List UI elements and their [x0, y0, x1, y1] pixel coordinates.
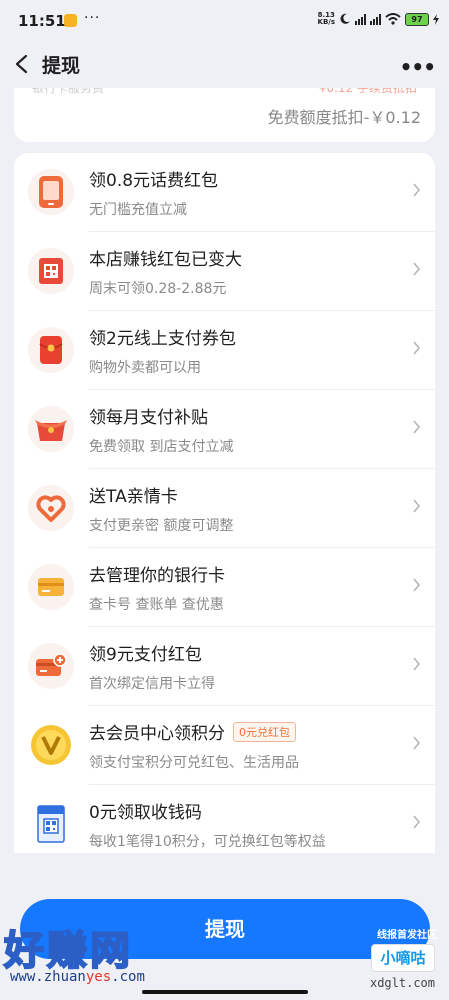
back-arrow-icon[interactable] [14, 54, 30, 74]
list-item-title: 送TA亲情卡 [89, 487, 178, 507]
list-item-coupon-pack[interactable]: 领2元线上支付券包 购物外卖都可以用 [14, 311, 435, 390]
list-item-phone-credit[interactable]: 领0.8元话费红包 无门槛充值立减 [14, 153, 435, 232]
chevron-right-icon [413, 183, 421, 197]
navigation-bar: 提现 ••• [0, 42, 449, 88]
service-list: 领0.8元话费红包 无门槛充值立减 本店赚钱红包已变大 周末可领0.28-2.8… [14, 153, 435, 853]
list-item-credit-card-redpacket[interactable]: 领9元支付红包 首次绑定信用卡立得 [14, 627, 435, 706]
signal-icon-1 [355, 13, 366, 25]
list-item-title: 领0.8元话费红包 [89, 171, 219, 191]
chevron-right-icon [413, 815, 421, 829]
list-item-subtitle: 每收1笔得10积分，可兑换红包等权益 [89, 834, 326, 850]
list-item-title: 0元领取收钱码 [89, 803, 202, 823]
moon-icon [340, 13, 350, 24]
phone-icon [28, 169, 74, 215]
fee-row-cutoff-right: ¥0.12 手续费抵扣 [318, 88, 417, 95]
list-item-subtitle: 免费领取 到店支付立减 [89, 439, 234, 455]
vip-v-icon [28, 722, 74, 768]
bank-card-icon [28, 564, 74, 610]
wifi-icon [385, 13, 401, 25]
watermark-url-part-3: .com [111, 969, 145, 985]
chevron-right-icon [413, 420, 421, 434]
list-item-subtitle: 周末可领0.28-2.88元 [89, 281, 227, 297]
qr-redpacket-icon [28, 248, 74, 294]
chevron-right-icon [413, 657, 421, 671]
page-title: 提现 [42, 55, 81, 77]
list-bottom-fade [0, 853, 449, 893]
list-item-title: 领每月支付补贴 [89, 408, 208, 428]
credit-card-plus-icon [28, 643, 74, 689]
list-item-subtitle: 购物外卖都可以用 [89, 360, 201, 376]
list-item-bank-cards[interactable]: 去管理你的银行卡 查卡号 查账单 查优惠 [14, 548, 435, 627]
list-item-title-text: 去会员中心领积分 [89, 724, 225, 744]
status-time: 11:51 [18, 12, 66, 30]
chevron-right-icon [413, 499, 421, 513]
watermark-url-part-1: www.zhuan [10, 969, 86, 985]
list-item-monthly-subsidy[interactable]: 领每月支付补贴 免费领取 到店支付立减 [14, 390, 435, 469]
network-speed: 8.13 KB/s [318, 12, 335, 26]
free-quota-deduction: 免费额度抵扣-￥0.12 [267, 108, 421, 127]
network-speed-unit: KB/s [317, 18, 335, 26]
watermark-left-url: www.zhuanyes.com [10, 969, 145, 985]
list-item-title: 本店赚钱红包已变大 [89, 250, 242, 270]
signal-icon-2 [370, 13, 381, 25]
promo-tag: 0元兑红包 [233, 722, 296, 742]
list-item-member-points[interactable]: 去会员中心领积分 0元兑红包 领支付宝积分可兑红包、生活用品 [14, 706, 435, 785]
list-item-store-redpacket[interactable]: 本店赚钱红包已变大 周末可领0.28-2.88元 [14, 232, 435, 311]
watermark-url-part-2: yes [85, 969, 112, 985]
watermark-right-url: xdglt.com [369, 976, 435, 990]
fee-row-cutoff: 银行卡服务费 ¥0.12 手续费抵扣 [32, 88, 417, 95]
status-bar: 11:51 ··· 8.13 KB/s 97 [0, 0, 449, 40]
list-item-subtitle: 首次绑定信用卡立得 [89, 676, 215, 692]
list-item-subtitle: 无门槛充值立减 [89, 202, 187, 218]
list-item-subtitle: 领支付宝积分可兑红包、生活用品 [89, 755, 299, 771]
fee-summary-card: 银行卡服务费 ¥0.12 手续费抵扣 免费额度抵扣-￥0.12 [14, 88, 435, 142]
watermark-right-slogan: 线报首发社区 [377, 930, 437, 941]
list-item-collect-code[interactable]: 0元领取收钱码 每收1笔得10积分，可兑换红包等权益 [14, 785, 435, 853]
list-item-title: 去管理你的银行卡 [89, 566, 225, 586]
chevron-right-icon [413, 736, 421, 750]
fee-row-cutoff-left: 银行卡服务费 [32, 88, 105, 95]
home-indicator[interactable] [142, 990, 308, 994]
watermark-right-logo: 小嘀咕 [371, 944, 435, 972]
more-notifications-indicator: ··· [84, 10, 101, 26]
battery-icon: 97 [405, 12, 429, 26]
chevron-right-icon [413, 578, 421, 592]
list-item-title: 去会员中心领积分 0元兑红包 [89, 719, 296, 744]
notification-app-icon [64, 14, 77, 27]
chevron-right-icon [413, 341, 421, 355]
collect-qr-icon [28, 801, 74, 847]
more-options-icon[interactable]: ••• [400, 55, 436, 79]
charging-icon [433, 13, 439, 25]
list-item-subtitle: 支付更亲密 额度可调整 [89, 518, 234, 534]
watermark-left-logo: 好赚网 [3, 927, 133, 975]
heart-card-icon [28, 485, 74, 531]
chevron-right-icon [413, 262, 421, 276]
status-indicators: 8.13 KB/s 97 [318, 12, 439, 26]
list-item-subtitle: 查卡号 查账单 查优惠 [89, 597, 224, 613]
list-item-title: 领2元线上支付券包 [89, 329, 236, 349]
subsidy-box-icon [28, 406, 74, 452]
red-envelope-icon [28, 327, 74, 373]
list-item-family-card[interactable]: 送TA亲情卡 支付更亲密 额度可调整 [14, 469, 435, 548]
list-item-title: 领9元支付红包 [89, 645, 202, 665]
